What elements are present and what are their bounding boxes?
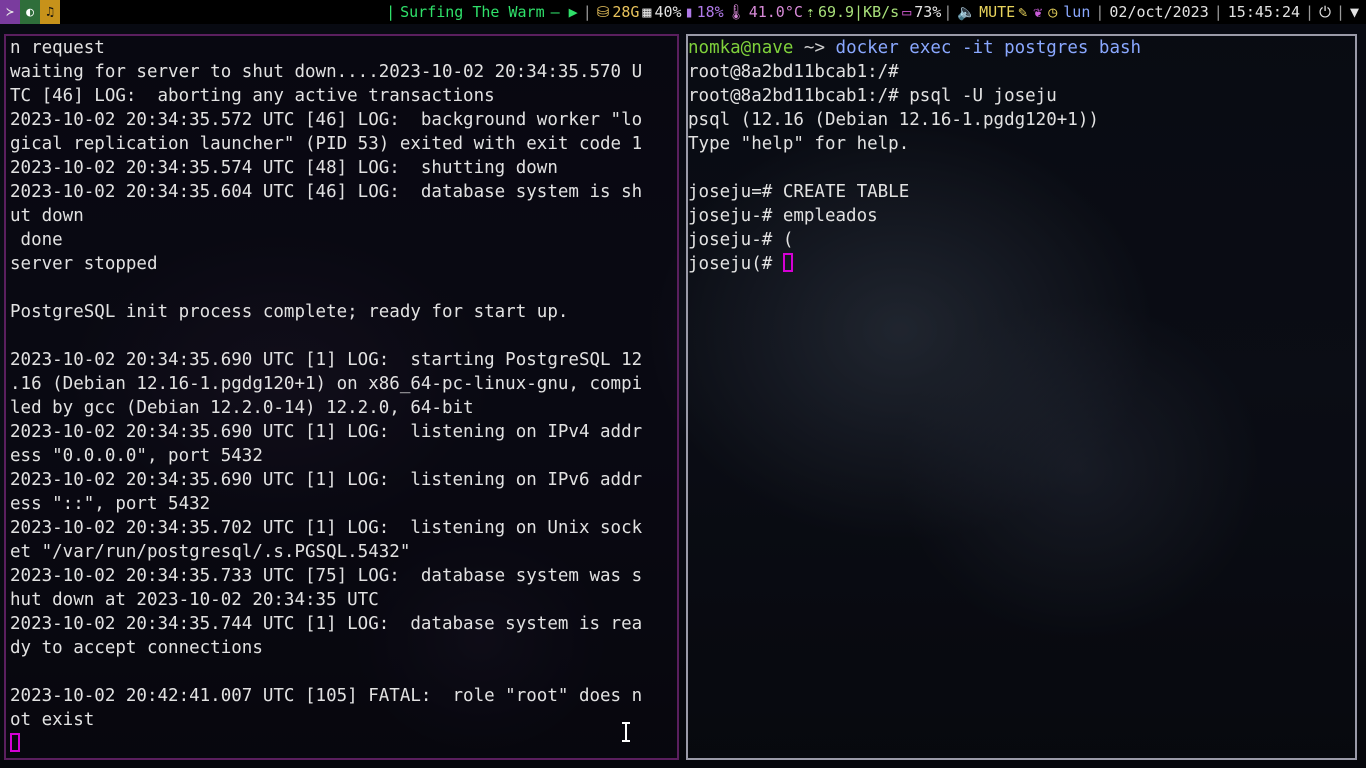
terminal-line: 2023-10-02 20:34:35.702 UTC [1] LOG: lis… bbox=[10, 518, 643, 538]
wifi-icon[interactable]: ▼ bbox=[1350, 3, 1359, 21]
memory-usage: 18% bbox=[696, 3, 724, 21]
terminal-cursor bbox=[10, 733, 20, 752]
battery-level: 73% bbox=[914, 3, 942, 21]
terminal-line: done bbox=[10, 230, 63, 250]
terminal-input-line[interactable]: joseju(# bbox=[688, 252, 1141, 276]
text-cursor-icon bbox=[622, 722, 630, 742]
terminal-cursor bbox=[782, 253, 793, 272]
terminal-line: 2023-10-02 20:42:41.007 UTC [105] FATAL:… bbox=[10, 686, 643, 706]
temperature: 41.0°C bbox=[748, 3, 803, 21]
terminal-right[interactable]: nomka@nave ~> docker exec -it postgres b… bbox=[686, 34, 1357, 760]
network-icon: ⇡ bbox=[805, 3, 815, 21]
network-speed: 69.9|KB/s bbox=[817, 3, 900, 21]
prompt-line: nomka@nave ~> docker exec -it postgres b… bbox=[688, 36, 1141, 60]
terminal-line: 2023-10-02 20:34:35.744 UTC [1] LOG: dat… bbox=[10, 614, 643, 634]
cpu-icon: ▦ bbox=[642, 3, 652, 21]
terminal-right-output: nomka@nave ~> docker exec -it postgres b… bbox=[688, 36, 1141, 276]
terminal-cursor-line bbox=[10, 732, 642, 756]
workspace-1-icon: ≻ bbox=[6, 4, 14, 20]
separator: | bbox=[943, 3, 953, 21]
disk-usage: 28G bbox=[612, 3, 640, 21]
terminal-line: 2023-10-02 20:34:35.574 UTC [48] LOG: sh… bbox=[10, 158, 558, 178]
separator: | bbox=[582, 3, 592, 21]
pencil-icon[interactable]: ✎ bbox=[1018, 3, 1027, 21]
terminal-line: 2023-10-02 20:34:35.690 UTC [1] LOG: sta… bbox=[10, 350, 643, 370]
workspace-2-icon: ◐ bbox=[26, 4, 34, 20]
separator: | bbox=[386, 3, 396, 21]
terminal-line: server stopped bbox=[10, 254, 158, 274]
terminal-line: ut down bbox=[10, 206, 84, 226]
thermometer-icon: 🌡 bbox=[726, 3, 746, 21]
terminal-line: dy to accept connections bbox=[10, 638, 263, 658]
terminal-line: PostgreSQL init process complete; ready … bbox=[10, 302, 569, 322]
separator: | bbox=[1095, 3, 1105, 21]
terminal-line: 2023-10-02 20:34:35.690 UTC [1] LOG: lis… bbox=[10, 470, 643, 490]
playback-controls[interactable]: — ▶ bbox=[551, 3, 578, 21]
terminal-line: 2023-10-02 20:34:35.604 UTC [46] LOG: da… bbox=[10, 182, 643, 202]
volume-icon: 🔈 bbox=[957, 3, 977, 21]
terminal-line: led by gcc (Debian 12.2.0-14) 12.2.0, 64… bbox=[10, 398, 474, 418]
terminal-line: n request bbox=[10, 38, 105, 58]
separator: | bbox=[1213, 3, 1223, 21]
prompt-dir: ~> bbox=[803, 38, 825, 58]
workspace-2[interactable]: ◐ bbox=[20, 0, 40, 24]
status-modules: | Surfing The Warm — ▶ | ⛁ 28G ▦ 40% ▮ 1… bbox=[384, 0, 1362, 24]
terminal-line: gical replication launcher" (PID 53) exi… bbox=[10, 134, 643, 154]
memory-icon: ▮ bbox=[684, 3, 694, 21]
battery-icon: ▭ bbox=[902, 3, 912, 21]
day-of-week: lun bbox=[1063, 3, 1091, 21]
disk-icon: ⛁ bbox=[596, 3, 610, 21]
workspace-1[interactable]: ≻ bbox=[0, 0, 20, 24]
terminal-line: hut down at 2023-10-02 20:34:35 UTC bbox=[10, 590, 379, 610]
terminal-line: psql (12.16 (Debian 12.16-1.pgdg120+1)) bbox=[688, 110, 1099, 130]
now-playing[interactable]: Surfing The Warm bbox=[400, 3, 545, 21]
psql-prompt: joseju(# bbox=[688, 254, 783, 274]
terminal-line: joseju=# CREATE TABLE bbox=[688, 182, 910, 202]
terminal-line: 2023-10-02 20:34:35.690 UTC [1] LOG: lis… bbox=[10, 422, 643, 442]
terminal-line: TC [46] LOG: aborting any active transac… bbox=[10, 86, 495, 106]
terminal-line: ot exist bbox=[10, 710, 95, 730]
terminal-line: 2023-10-02 20:34:35.733 UTC [75] LOG: da… bbox=[10, 566, 643, 586]
terminal-line: .16 (Debian 12.16-1.pgdg120+1) on x86_64… bbox=[10, 374, 643, 394]
separator: | bbox=[1335, 3, 1345, 21]
terminal-line: ess "0.0.0.0", port 5432 bbox=[10, 446, 263, 466]
prompt-user: nomka@nave bbox=[688, 38, 794, 58]
cpu-usage: 40% bbox=[654, 3, 682, 21]
separator: | bbox=[1305, 3, 1315, 21]
terminal-line: waiting for server to shut down....2023-… bbox=[10, 62, 643, 82]
clock-icon: ◷ bbox=[1048, 3, 1058, 21]
workspace-3-icon: ♫ bbox=[46, 4, 54, 20]
prompt-command: docker exec -it postgres bash bbox=[835, 38, 1142, 58]
terminal-line: root@8a2bd11bcab1:/# bbox=[688, 62, 899, 82]
workspace-3[interactable]: ♫ bbox=[40, 0, 60, 24]
terminal-line: 2023-10-02 20:34:35.572 UTC [46] LOG: ba… bbox=[10, 110, 643, 130]
terminal-line: joseju-# ( bbox=[688, 230, 794, 250]
terminal-line: et "/var/run/postgresql/.s.PGSQL.5432" bbox=[10, 542, 411, 562]
terminal-line: joseju-# empleados bbox=[688, 206, 878, 226]
leaf-icon[interactable]: ❦ bbox=[1033, 3, 1042, 21]
date: 02/oct/2023 bbox=[1109, 3, 1209, 21]
terminal-left-output: n request waiting for server to shut down… bbox=[10, 36, 642, 756]
status-bar: ≻ ◐ ♫ | Surfing The Warm — ▶ | ⛁ 28G ▦ 4… bbox=[0, 0, 1366, 24]
terminal-line: root@8a2bd11bcab1:/# psql -U joseju bbox=[688, 86, 1057, 106]
volume-status[interactable]: MUTE bbox=[979, 3, 1015, 21]
time: 15:45:24 bbox=[1227, 3, 1301, 21]
terminal-line: ess "::", port 5432 bbox=[10, 494, 211, 514]
power-icon[interactable]: ⏻ bbox=[1319, 3, 1331, 21]
terminal-left[interactable]: n request waiting for server to shut down… bbox=[4, 34, 679, 760]
terminal-line: Type "help" for help. bbox=[688, 134, 910, 154]
